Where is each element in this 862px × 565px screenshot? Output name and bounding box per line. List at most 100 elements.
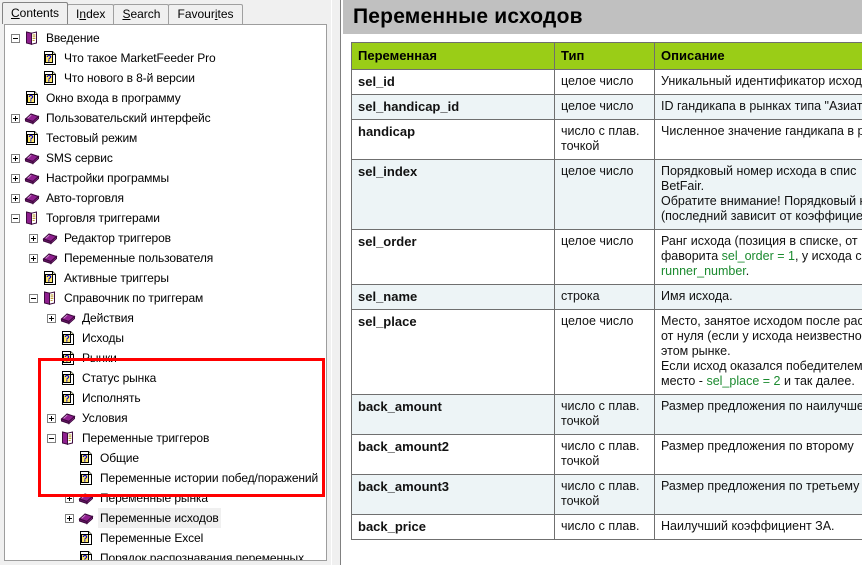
tab-contents[interactable]: Contents (2, 2, 69, 24)
cell-variable-type: число с плав. точкой (554, 434, 655, 475)
tree-collapse-minus-icon[interactable] (11, 33, 20, 43)
tree-collapse-minus-icon[interactable] (29, 293, 38, 303)
tree-expand-plus-icon[interactable] (65, 513, 74, 523)
description-line: Если исход оказался победителем (661, 359, 862, 374)
svg-text:?: ? (82, 533, 88, 543)
cell-variable-type: число с плав. точкой (554, 119, 655, 160)
svg-text:?: ? (64, 393, 70, 403)
tree-item[interactable]: Пользовательский интерфейс (5, 108, 326, 128)
tree-expand-plus-icon[interactable] (11, 173, 20, 183)
tab-index[interactable]: Index (67, 4, 115, 24)
tree-item[interactable]: ? Исполнять (5, 388, 326, 408)
tree-item[interactable]: ? Переменные Excel (5, 528, 326, 548)
tree-item[interactable]: ? Общие (5, 448, 326, 468)
description-text: Имя исхода. (661, 289, 733, 303)
column-header-description: Описание (654, 42, 862, 70)
tree-no-expander (11, 94, 20, 103)
variable-link[interactable]: runner_number (661, 264, 746, 278)
tree-item[interactable]: ? Исходы (5, 328, 326, 348)
tree-item[interactable]: ? Что нового в 8-й версии (5, 68, 326, 88)
tree-item[interactable]: Авто-торговля (5, 188, 326, 208)
pane-splitter[interactable] (331, 0, 341, 565)
description-text: Наилучший коэффициент ЗА. (661, 519, 835, 533)
tree-expand-plus-icon[interactable] (29, 233, 38, 243)
tree-no-expander (47, 394, 56, 403)
cell-variable-description: Место, занятое исходом после рас от нуля … (654, 309, 862, 395)
tree-item[interactable]: Переменные пользователя (5, 248, 326, 268)
description-text: . (745, 264, 750, 278)
variables-table: Переменная Тип Описание sel_id целое числ… (351, 42, 862, 540)
topic-page-icon: ? (78, 550, 94, 560)
tree-item[interactable]: ? Активные триггеры (5, 268, 326, 288)
tree-item[interactable]: Переменные исходов (5, 508, 326, 528)
cell-variable-description: ID гандикапа в рынках типа "Азиат (654, 94, 862, 120)
tree-expand-plus-icon[interactable] (11, 113, 20, 123)
tree-expand-plus-icon[interactable] (11, 153, 20, 163)
tree-expand-plus-icon[interactable] (47, 313, 56, 323)
tree-item[interactable]: Переменные триггеров (5, 428, 326, 448)
tree-item[interactable]: ? Переменные истории побед/поражений (5, 468, 326, 488)
contents-tree[interactable]: Введение? Что такое MarketFeeder Pro? Что … (5, 28, 326, 560)
tree-item[interactable]: ? Тестовый режим (5, 128, 326, 148)
cell-variable-type: целое число (554, 69, 655, 95)
variable-link[interactable]: sel_place = 2 (706, 374, 780, 388)
tree-expand-plus-icon[interactable] (65, 493, 74, 503)
tree-collapse-minus-icon[interactable] (47, 433, 56, 443)
table-row: back_amount3 число с плав. точкой Размер п… (351, 474, 862, 515)
tree-expand-plus-icon[interactable] (11, 193, 20, 203)
tree-item[interactable]: Переменные рынка (5, 488, 326, 508)
tree-item[interactable]: Настройки программы (5, 168, 326, 188)
tree-item[interactable]: ? Рынки (5, 348, 326, 368)
tree-item[interactable]: Условия (5, 408, 326, 428)
closed-book-icon (42, 250, 58, 266)
tree-item-label: Исходы (82, 331, 124, 345)
topic-page-icon: ? (42, 50, 58, 66)
tree-item[interactable]: Действия (5, 308, 326, 328)
closed-book-icon (60, 310, 76, 326)
cell-variable-description: Ранг исхода (позиция в списке, от фаворит… (654, 229, 862, 285)
tree-item-label: Переменные рынка (100, 491, 208, 505)
tree-item[interactable]: ? Что такое MarketFeeder Pro (5, 48, 326, 68)
description-line: BetFair. (661, 179, 862, 194)
variable-link[interactable]: sel_order = 1 (722, 249, 795, 263)
cell-variable-type: целое число (554, 159, 655, 230)
svg-text:?: ? (46, 73, 52, 83)
cell-variable-name: sel_index (351, 159, 555, 230)
tree-item[interactable]: ? Порядок распознавания переменных (5, 548, 326, 560)
topic-page-icon: ? (60, 350, 76, 366)
svg-text:?: ? (46, 53, 52, 63)
table-row: sel_id целое число Уникальный идентификато… (351, 69, 862, 95)
description-line: (последний зависит от коэффициен (661, 209, 862, 224)
tree-item[interactable]: SMS сервис (5, 148, 326, 168)
tab-search[interactable]: Search (113, 4, 170, 24)
tree-item[interactable]: ? Окно входа в программу (5, 88, 326, 108)
tree-item[interactable]: Введение (5, 28, 326, 48)
description-text: Размер предложения по второму (661, 439, 854, 453)
description-text: этом рынке. (661, 344, 731, 358)
tree-item[interactable]: Редактор триггеров (5, 228, 326, 248)
table-row: sel_place целое число Место, занятое исход… (351, 309, 862, 395)
tree-expand-plus-icon[interactable] (47, 413, 56, 423)
svg-text:?: ? (82, 553, 88, 560)
tree-collapse-minus-icon[interactable] (11, 213, 20, 223)
tree-no-expander (47, 334, 56, 343)
tree-item[interactable]: Справочник по триггерам (5, 288, 326, 308)
tab-favourites[interactable]: Favourites (168, 4, 243, 24)
tree-item[interactable]: ? Статус рынка (5, 368, 326, 388)
cell-variable-type: число с плав. (554, 514, 655, 540)
description-line: Размер предложения по третьему (661, 479, 862, 494)
tree-expand-plus-icon[interactable] (29, 253, 38, 263)
description-line: ID гандикапа в рынках типа "Азиат (661, 99, 862, 114)
description-text: фаворита (661, 249, 722, 263)
topic-page-icon: ? (78, 450, 94, 466)
tree-item-label: Общие (100, 451, 139, 465)
tree-item[interactable]: Торговля триггерами (5, 208, 326, 228)
svg-text:?: ? (46, 273, 52, 283)
cell-variable-description: Уникальный идентификатор исход (654, 69, 862, 95)
description-text: и так далее. (780, 374, 855, 388)
